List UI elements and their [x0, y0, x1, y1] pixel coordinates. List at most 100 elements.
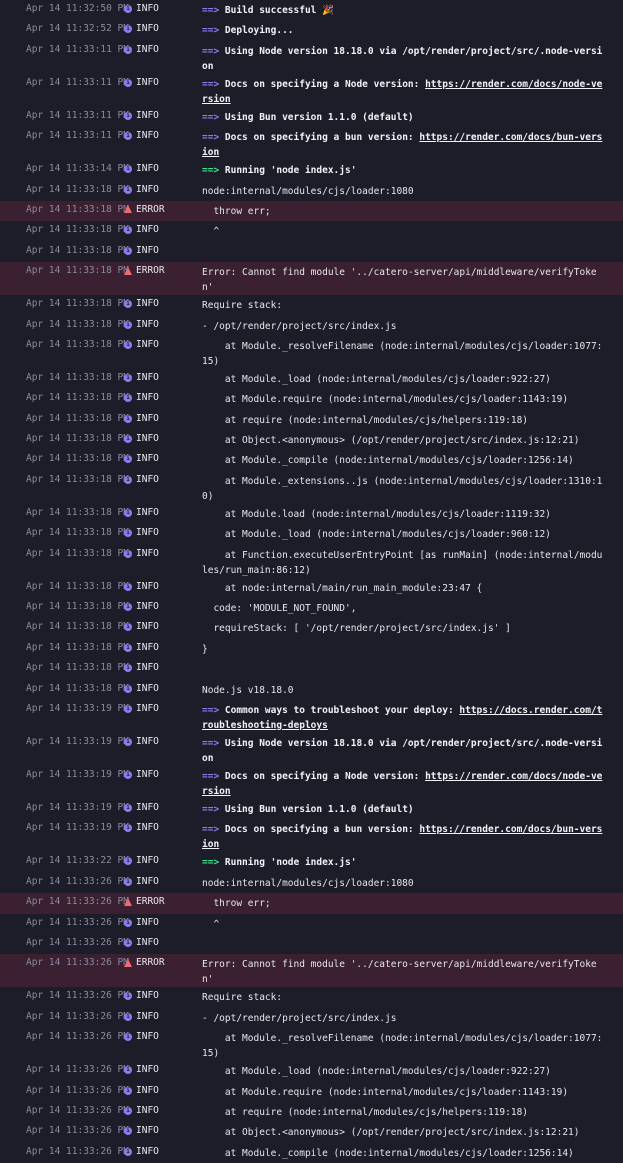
log-message: Error: Cannot find module '../catero-ser… [178, 265, 623, 295]
warning-icon [124, 897, 132, 906]
log-level: i INFO [124, 298, 178, 309]
log-timestamp: Apr 14 11:33:18 PM [26, 298, 129, 310]
info-icon: i [124, 300, 132, 309]
log-timestamp: Apr 14 11:33:18 PM [26, 506, 129, 518]
log-level: i INFO [124, 1011, 178, 1022]
info-icon: i [124, 1086, 132, 1095]
log-level: i INFO [124, 44, 178, 55]
info-icon: i [124, 1147, 132, 1156]
log-timestamp: Apr 14 11:33:18 PM [26, 641, 129, 653]
log-message: Node.js v18.18.0 [178, 683, 623, 698]
log-text: at Module.require (node:internal/modules… [202, 1086, 569, 1098]
log-text: at require (node:internal/modules/cjs/he… [202, 1106, 529, 1118]
log-level-label: INFO [136, 338, 159, 350]
log-text: at Object.<anonymous> (/opt/render/proje… [202, 1127, 580, 1139]
log-level-label: INFO [136, 527, 159, 539]
log-text: at Module._extensions..js (node:internal… [202, 475, 603, 502]
log-text: at node:internal/main/run_main_module:23… [202, 582, 483, 594]
log-timestamp: Apr 14 11:33:26 PM [26, 1084, 129, 1096]
log-level-label: INFO [136, 371, 159, 383]
log-timestamp: Apr 14 11:33:18 PM [26, 433, 129, 445]
log-text: Running 'node index.js' [224, 165, 357, 177]
log-message: requireStack: [ '/opt/render/project/src… [178, 621, 623, 636]
info-icon: i [124, 918, 132, 927]
log-row: Apr 14 11:33:18 PM ERROR throw err; [0, 200, 623, 222]
log-row: Apr 14 11:33:26 PM ERROR Error: Cannot fin… [0, 954, 623, 988]
log-level-label: INFO [136, 183, 159, 195]
log-message: ==> Using Bun version 1.1.0 (default) [178, 802, 623, 817]
log-message: ==> Running 'node index.js' [178, 855, 623, 870]
info-icon: i [124, 1066, 132, 1075]
log-timestamp: Apr 14 11:33:19 PM [26, 801, 129, 813]
log-level: i INFO [124, 224, 178, 235]
log-timestamp: Apr 14 11:33:18 PM [26, 371, 129, 383]
log-level-label: INFO [136, 298, 159, 310]
log-text: Build successful 🎉 [224, 5, 334, 16]
log-level: i INFO [124, 736, 178, 747]
log-text: code: 'MODULE_NOT_FOUND', [202, 603, 357, 615]
info-icon: i [124, 185, 132, 194]
log-timestamp: Apr 14 11:33:19 PM [26, 822, 129, 834]
log-row: Apr 14 11:33:18 PM i INFO [0, 242, 623, 262]
log-timestamp: Apr 14 11:33:18 PM [26, 621, 129, 633]
info-icon: i [124, 508, 132, 517]
log-row: Apr 14 11:33:26 PM i INFO at Module.requir… [0, 1082, 623, 1102]
info-icon: i [124, 226, 132, 235]
info-icon: i [124, 529, 132, 538]
log-row: Apr 14 11:33:18 PM i INFO at Module._resol… [0, 336, 623, 369]
log-level-label: ERROR [136, 203, 165, 215]
log-arrow: ==> [202, 25, 225, 37]
log-level: ERROR [124, 204, 178, 215]
log-text: Docs on specifying a Node version: [224, 78, 426, 90]
log-level-label: INFO [136, 641, 159, 653]
log-level-label: INFO [136, 1031, 159, 1043]
log-row: Apr 14 11:33:26 PM i INFO at Object.<anony… [0, 1122, 623, 1142]
log-level: ERROR [124, 957, 178, 968]
info-icon: i [124, 1012, 132, 1021]
log-row: Apr 14 11:33:18 PM i INFO Node.js v18.18.0 [0, 680, 623, 700]
log-level-label: INFO [136, 224, 159, 236]
info-icon: i [124, 704, 132, 713]
log-level-label: INFO [136, 1145, 159, 1157]
log-message: at Module._resolveFilename (node:interna… [178, 339, 623, 369]
log-arrow: ==> [202, 803, 225, 815]
log-level-label: INFO [136, 662, 159, 674]
info-icon: i [124, 340, 132, 349]
log-message: ==> Using Bun version 1.1.0 (default) [178, 110, 623, 125]
log-text: Using Node version 18.18.0 via /opt/rend… [202, 737, 603, 764]
log-text: - /opt/render/project/src/index.js [202, 1012, 397, 1024]
info-icon: i [124, 435, 132, 444]
log-level: i INFO [124, 110, 178, 121]
log-level-label: INFO [136, 473, 159, 485]
log-row: Apr 14 11:33:18 PM i INFO Require stack: [0, 295, 623, 315]
log-text: at Module._resolveFilename (node:interna… [202, 340, 603, 367]
log-level: i INFO [124, 822, 178, 833]
log-message: ==> Using Node version 18.18.0 via /opt/… [178, 44, 623, 74]
log-row: Apr 14 11:33:18 PM i INFO at Module._exten… [0, 471, 623, 504]
log-level: i INFO [124, 581, 178, 592]
log-row: Apr 14 11:33:19 PM i INFO ==> Docs on speci… [0, 766, 623, 799]
log-level: i INFO [124, 474, 178, 485]
log-level: i INFO [124, 507, 178, 518]
deploy-log: Apr 14 11:32:50 PM i INFO ==> Build success… [0, 0, 623, 1163]
info-icon: i [124, 857, 132, 866]
log-level-label: INFO [136, 1104, 159, 1116]
log-row: Apr 14 11:33:26 PM i INFO ^ [0, 914, 623, 934]
log-row: Apr 14 11:33:26 PM i INFO at require (node… [0, 1102, 623, 1122]
log-level: i INFO [124, 527, 178, 538]
log-message: at Module._extensions..js (node:internal… [178, 474, 623, 504]
info-icon: i [124, 246, 132, 255]
log-timestamp: Apr 14 11:33:26 PM [26, 875, 129, 887]
log-timestamp: Apr 14 11:33:11 PM [26, 43, 129, 55]
log-level: i INFO [124, 245, 178, 256]
log-timestamp: Apr 14 11:33:18 PM [26, 527, 129, 539]
log-message: throw err; [178, 896, 623, 911]
info-icon: i [124, 824, 132, 833]
log-level: i INFO [124, 621, 178, 632]
log-level-label: INFO [136, 23, 159, 35]
log-text: node:internal/modules/cjs/loader:1080 [202, 185, 414, 197]
log-level: i INFO [124, 392, 178, 403]
log-message: at Object.<anonymous> (/opt/render/proje… [178, 1125, 623, 1140]
log-text: Using Bun version 1.1.0 (default) [224, 803, 414, 815]
log-level-label: INFO [136, 163, 159, 175]
